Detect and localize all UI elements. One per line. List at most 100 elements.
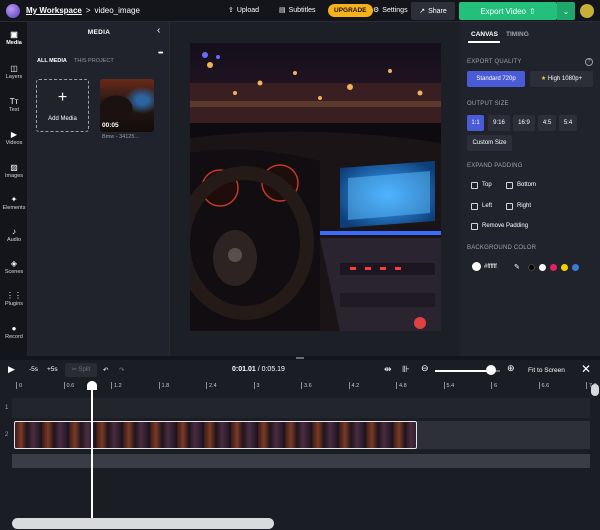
tab-this-project[interactable]: THIS PROJECT xyxy=(74,58,114,64)
undo-icon[interactable]: ↶ xyxy=(103,366,108,374)
zoom-slider-handle[interactable] xyxy=(486,365,496,375)
thumbnail-filename[interactable]: Bmw - 34125... xyxy=(102,134,139,140)
fit-width-icon[interactable]: ⊪ xyxy=(402,364,410,375)
ruler-tick xyxy=(253,382,255,389)
share-button[interactable]: ↗ Share xyxy=(411,2,455,20)
playhead[interactable] xyxy=(91,381,93,519)
rail-item-media[interactable]: ▣ Media xyxy=(0,30,28,46)
help-icon[interactable]: ? xyxy=(585,58,593,66)
rail-item-plugins[interactable]: ⋮⋮ Plugins xyxy=(0,291,28,307)
zoom-out-icon[interactable]: ⊖ xyxy=(421,363,429,374)
skip-back-button[interactable]: -5s xyxy=(29,366,38,373)
rail-item-audio[interactable]: ♪ Audio xyxy=(0,227,28,243)
ratio-9-16-button[interactable]: 9:16 xyxy=(488,115,510,131)
share-label: Share xyxy=(428,7,447,15)
video-clip[interactable] xyxy=(14,421,417,449)
share-icon: ↗ xyxy=(419,8,426,15)
close-icon[interactable]: ✕ xyxy=(581,362,591,376)
current-time: 0:01.01 xyxy=(232,366,256,373)
high-1080p-button[interactable]: ★ High 1080p+ xyxy=(530,71,593,87)
project-name[interactable]: video_image xyxy=(95,6,140,15)
playhead-handle[interactable] xyxy=(87,381,97,390)
upload-button[interactable]: ⇪ Upload xyxy=(228,6,260,15)
rail-item-layers[interactable]: ◫ Layers xyxy=(0,64,28,80)
split-label: Split xyxy=(78,367,91,373)
ratio-5-4-button[interactable]: 5:4 xyxy=(559,115,577,131)
upgrade-button[interactable]: UPGRADE xyxy=(328,4,373,17)
eyedropper-icon[interactable]: ✎ xyxy=(514,263,520,271)
settings-button[interactable]: ⚙ Settings xyxy=(373,6,408,15)
avatar[interactable] xyxy=(6,3,20,18)
tab-all-media[interactable]: ALL MEDIA xyxy=(37,58,67,64)
checkbox-label: Left xyxy=(482,203,493,209)
add-media-button[interactable]: + Add Media xyxy=(36,79,89,132)
tab-canvas[interactable]: CANVAS xyxy=(471,31,498,38)
images-icon: ▨ xyxy=(10,163,18,172)
ratio-16-9-button[interactable]: 16:9 xyxy=(513,115,535,131)
color-white[interactable] xyxy=(539,264,546,271)
background-color-hex[interactable]: #ffffff xyxy=(484,264,497,270)
more-options-icon[interactable]: ••• xyxy=(158,50,163,57)
padding-top-checkbox[interactable]: Top xyxy=(471,178,492,192)
background-color-swatch[interactable] xyxy=(472,262,481,271)
padding-bottom-checkbox[interactable]: Bottom xyxy=(506,178,536,192)
track-empty-area[interactable] xyxy=(417,421,590,449)
top-bar: My Workspace > video_image ⇪ Upload ▤ Su… xyxy=(0,0,600,22)
output-size-label: OUTPUT SIZE xyxy=(467,101,509,107)
rail-item-scenes[interactable]: ◈ Scenes xyxy=(0,259,28,275)
ruler-tick-label: 3 xyxy=(256,383,260,389)
rail-item-record[interactable]: ● Record xyxy=(0,324,28,340)
videos-icon: ▶ xyxy=(10,130,18,139)
play-icon[interactable]: ▶ xyxy=(8,364,15,375)
color-blue[interactable] xyxy=(572,264,579,271)
horizontal-scrollbar[interactable] xyxy=(12,518,274,529)
empty-track[interactable] xyxy=(12,454,590,468)
padding-left-checkbox[interactable]: Left xyxy=(471,199,492,213)
fit-to-screen-button[interactable]: Fit to Screen xyxy=(528,367,565,374)
color-yellow[interactable] xyxy=(561,264,568,271)
export-video-button[interactable]: Export Video ⇧ xyxy=(459,2,557,20)
skip-forward-button[interactable]: +5s xyxy=(47,366,58,373)
help-avatar-icon[interactable] xyxy=(580,4,594,18)
split-button[interactable]: ✂ Split xyxy=(65,363,97,377)
rail-item-text[interactable]: Tт Text xyxy=(0,97,28,113)
remove-padding-checkbox[interactable]: Remove Padding xyxy=(471,219,528,233)
chevron-left-icon[interactable]: ‹ xyxy=(157,25,160,36)
rail-item-elements[interactable]: ✦ Elements xyxy=(0,195,28,211)
checkbox-label: Right xyxy=(517,203,532,209)
snap-icon[interactable]: ⇹ xyxy=(384,364,392,375)
export-options-button[interactable]: ⌄ xyxy=(557,2,575,20)
redo-icon[interactable]: ↷ xyxy=(119,366,124,374)
upload-label: Upload xyxy=(236,6,260,14)
custom-size-button[interactable]: Custom Size xyxy=(467,135,512,151)
zoom-in-icon[interactable]: ⊕ xyxy=(507,363,515,374)
ratio-1-1-button[interactable]: 1:1 xyxy=(467,115,484,131)
ruler-tick xyxy=(63,382,65,389)
plugins-icon: ⋮⋮ xyxy=(6,291,22,300)
vertical-scrollbar[interactable] xyxy=(591,384,599,396)
ruler-tick xyxy=(443,382,445,389)
rail-item-videos[interactable]: ▶ Videos xyxy=(0,130,28,146)
star-icon: ★ xyxy=(540,76,547,82)
color-black[interactable] xyxy=(528,264,535,271)
tab-timing[interactable]: TIMING xyxy=(506,31,529,38)
media-panel: MEDIA ‹ ••• ALL MEDIA THIS PROJECT + Add… xyxy=(28,22,170,356)
checkbox-label: Bottom xyxy=(517,182,537,188)
standard-720p-button[interactable]: Standard 720p xyxy=(467,71,525,87)
ruler-tick-label: 0.6 xyxy=(66,383,75,389)
checkbox-box xyxy=(506,181,513,189)
empty-track[interactable] xyxy=(12,398,590,418)
padding-right-checkbox[interactable]: Right xyxy=(506,199,531,213)
rail-label: Text xyxy=(8,107,20,113)
color-red[interactable] xyxy=(550,264,557,271)
settings-label: Settings xyxy=(382,6,408,14)
ruler-tick xyxy=(158,382,160,389)
workspace-link[interactable]: My Workspace xyxy=(26,6,82,15)
export-icon: ⇧ xyxy=(528,6,536,16)
subtitles-button[interactable]: ▤ Subtitles xyxy=(279,6,315,15)
ruler-tick-label: 6 xyxy=(494,383,498,389)
rail-item-images[interactable]: ▨ Images xyxy=(0,163,28,179)
ratio-4-5-button[interactable]: 4:5 xyxy=(538,115,556,131)
video-preview[interactable] xyxy=(190,43,441,331)
timeline-ruler[interactable]: 00.61.21.82.433.64.24.85.466.67.2 xyxy=(12,382,597,392)
